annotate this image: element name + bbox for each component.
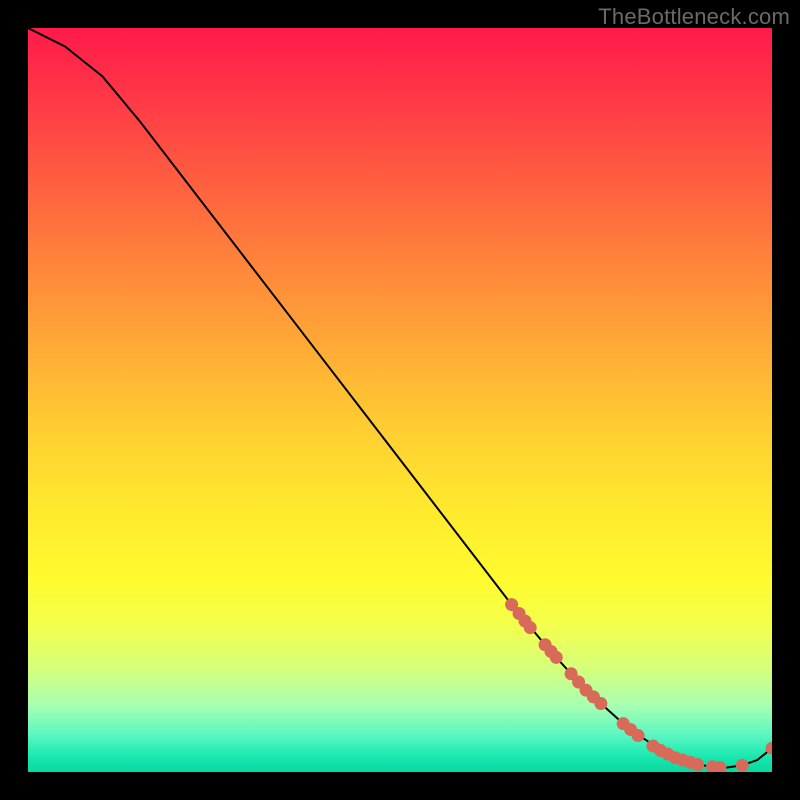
plot-area bbox=[28, 28, 772, 772]
gradient-background bbox=[28, 28, 772, 772]
watermark-text: TheBottleneck.com bbox=[598, 4, 790, 30]
chart-root: TheBottleneck.com bbox=[0, 0, 800, 800]
